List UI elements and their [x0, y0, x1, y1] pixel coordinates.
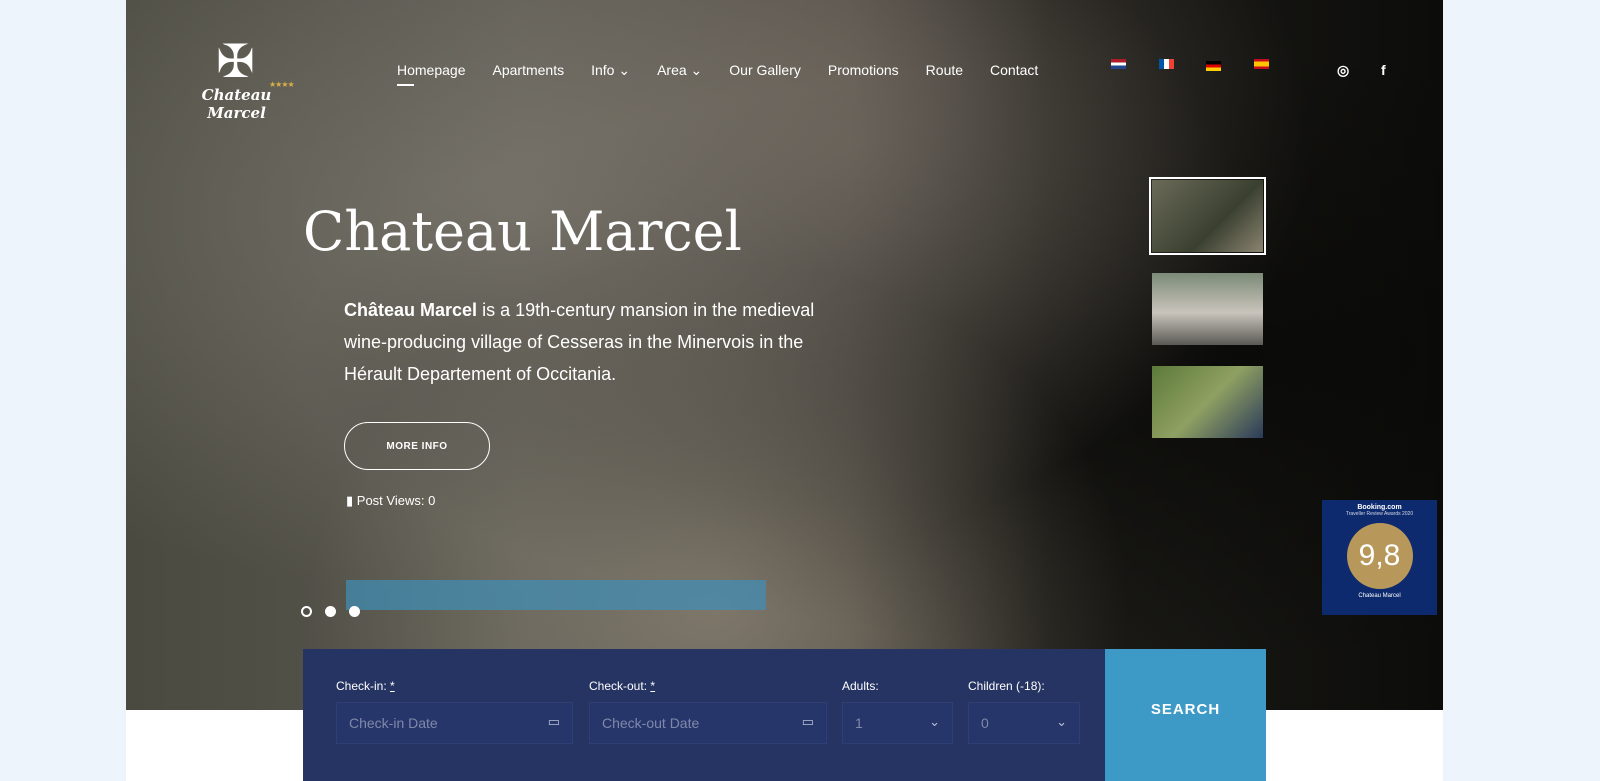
- more-info-button[interactable]: MORE INFO: [344, 422, 490, 470]
- post-views-text: Post Views: 0: [356, 493, 436, 508]
- checkout-input[interactable]: Check-out Date ▭: [589, 702, 827, 744]
- slide-dot[interactable]: [325, 606, 336, 617]
- occitan-cross-icon: ✠: [216, 35, 255, 87]
- flag-german-icon[interactable]: [1206, 61, 1221, 71]
- logo-text: Chateau Marcel: [201, 86, 272, 122]
- children-select[interactable]: 0 ⌄: [968, 702, 1080, 744]
- nav-area[interactable]: Area ⌄: [657, 62, 702, 79]
- slide-thumbnail[interactable]: [1152, 273, 1263, 345]
- booking-form: Check-in: * Check-in Date ▭ Check-out: * …: [303, 649, 1105, 781]
- checkout-label: Check-out: *: [589, 679, 655, 693]
- desc-bold: Château Marcel: [344, 300, 478, 320]
- chevron-down-icon: ⌄: [690, 62, 703, 78]
- bar-chart-icon: ▮: [346, 493, 354, 508]
- flag-dutch-icon[interactable]: [1111, 59, 1126, 69]
- calendar-icon[interactable]: ▭: [802, 714, 814, 730]
- instagram-icon[interactable]: ◎: [1337, 62, 1349, 79]
- chevron-down-icon: ⌄: [929, 714, 940, 729]
- checkin-input[interactable]: Check-in Date ▭: [336, 702, 573, 744]
- chevron-down-icon: ⌄: [1056, 714, 1067, 729]
- required-mark: *: [650, 679, 656, 693]
- checkin-label-text: Check-in:: [336, 679, 387, 693]
- nav-promotions[interactable]: Promotions: [828, 62, 899, 79]
- nav-area-label: Area: [657, 62, 687, 78]
- chevron-down-icon: ⌄: [618, 62, 631, 78]
- slide-thumbnail[interactable]: [1152, 366, 1263, 438]
- nav-route[interactable]: Route: [926, 62, 963, 79]
- post-views: ▮ Post Views: 0: [346, 493, 435, 509]
- nav-apartments[interactable]: Apartments: [493, 62, 565, 79]
- adults-value: 1: [855, 715, 863, 731]
- nav-contact[interactable]: Contact: [990, 62, 1038, 79]
- badge-brand: Booking.com: [1357, 504, 1402, 511]
- badge-score: 9,8: [1346, 523, 1413, 589]
- hero-title: Chateau Marcel: [303, 200, 742, 263]
- checkin-placeholder: Check-in Date: [349, 715, 438, 731]
- slide-thumbnail[interactable]: [1149, 177, 1266, 255]
- main-nav: Homepage Apartments Info ⌄ Area ⌄ Our Ga…: [397, 62, 1065, 86]
- checkout-placeholder: Check-out Date: [602, 715, 700, 731]
- nav-homepage[interactable]: Homepage: [397, 62, 466, 86]
- children-label: Children (-18):: [968, 679, 1045, 693]
- search-button[interactable]: SEARCH: [1105, 649, 1266, 781]
- slide-dot[interactable]: [301, 606, 312, 617]
- badge-award: Traveller Review Awards 2020: [1345, 511, 1414, 517]
- required-mark: *: [390, 679, 395, 693]
- booking-award-badge[interactable]: Booking.com Traveller Review Awards 2020…: [1322, 500, 1437, 615]
- flag-spanish-icon[interactable]: [1254, 59, 1269, 69]
- stars: ★★★★: [269, 80, 295, 89]
- hero-description: Château Marcel is a 19th-century mansion…: [344, 294, 854, 390]
- logo[interactable]: ✠ ★★★★ Chateau Marcel: [183, 36, 298, 122]
- badge-name: Chateau Marcel: [1358, 593, 1401, 599]
- nav-info-label: Info: [591, 62, 615, 78]
- nav-info[interactable]: Info ⌄: [591, 62, 630, 79]
- checkin-label: Check-in: *: [336, 679, 395, 693]
- checkout-label-text: Check-out:: [589, 679, 648, 693]
- flag-french-icon[interactable]: [1159, 59, 1174, 69]
- facebook-icon[interactable]: f: [1381, 62, 1386, 78]
- children-value: 0: [981, 715, 989, 731]
- nav-gallery[interactable]: Our Gallery: [729, 62, 801, 79]
- adults-select[interactable]: 1 ⌄: [842, 702, 953, 744]
- slider-dots: [301, 606, 360, 617]
- adults-label: Adults:: [842, 679, 879, 693]
- slide-dot[interactable]: [349, 606, 360, 617]
- calendar-icon[interactable]: ▭: [548, 714, 560, 730]
